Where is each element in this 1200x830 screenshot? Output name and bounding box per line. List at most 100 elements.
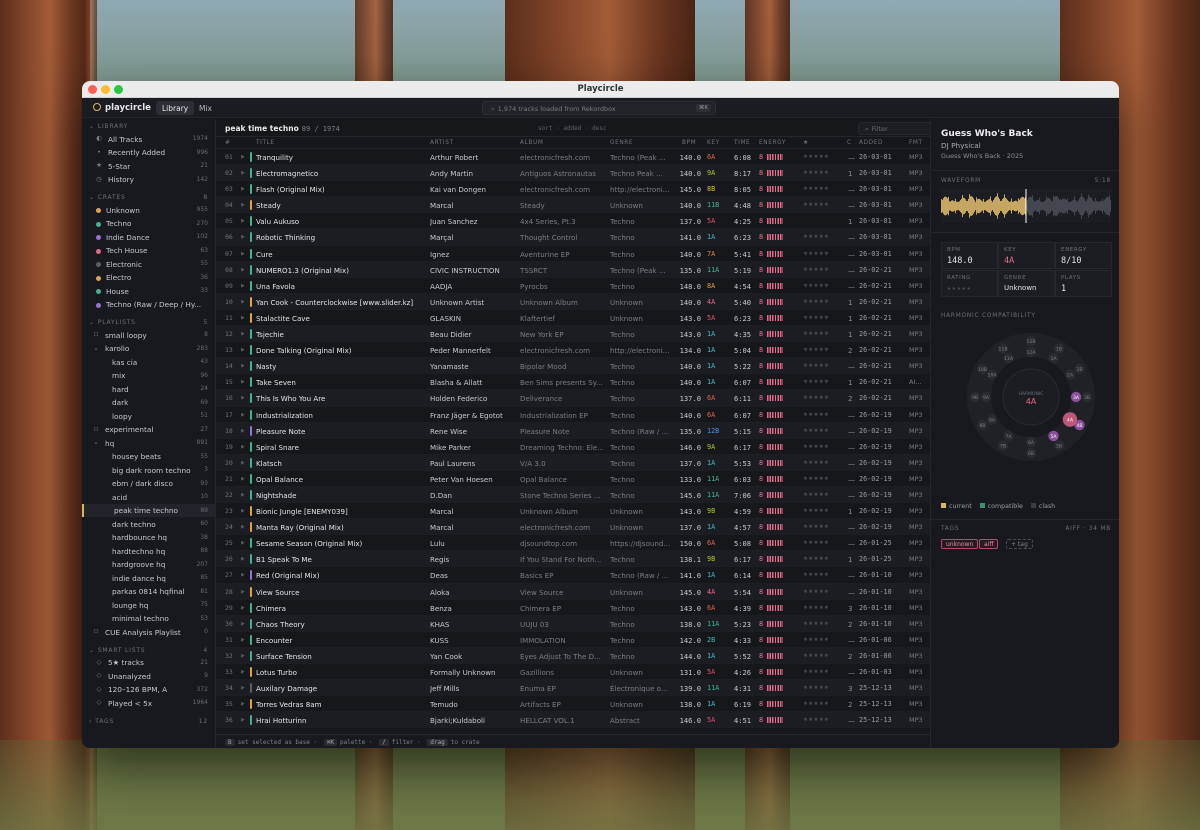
playlist-item[interactable]: ⌄ hq 891 [82,436,215,450]
col-added[interactable]: ADDED [859,140,883,146]
table-row[interactable]: 14 ▶ Nasty Yanamaste Bipolar Mood Techno 140.0… [216,358,930,375]
rating-stars[interactable]: ★★★★★ [803,202,829,208]
rating-stars[interactable]: ★★★★★ [803,283,829,289]
crate-item[interactable]: Electronic 55 [82,257,215,271]
table-row[interactable]: 18 ▶ Pleasure Note Rene Wise Pleasure Note Te… [216,422,930,439]
play-icon[interactable]: ▶ [241,540,245,546]
rating-stars[interactable]: ★★★★★ [803,234,829,240]
col-title[interactable]: TITLE [256,140,275,146]
tag-chip[interactable]: aiff [979,539,999,549]
play-icon[interactable]: ▶ [241,637,245,643]
tab-library[interactable]: Library [156,101,195,115]
rating-stars[interactable]: ★★★★★ [803,395,829,401]
rating-stars[interactable]: ★★★★★ [803,653,829,659]
rating-stars[interactable]: ★★★★★ [803,605,829,611]
col-artist[interactable]: ARTIST [430,140,454,146]
rating-stars[interactable]: ★★★★★ [803,379,829,385]
table-row[interactable]: 11 ▶ Stalactite Cave GLASKIN Klaftertief Unkn… [216,310,930,327]
playlist-item[interactable]: peak time techno 89 [82,503,215,517]
playlist-item[interactable]: housey beats 55 [82,450,215,464]
play-icon[interactable]: ▶ [241,267,245,273]
playlist-item[interactable]: lounge hq 75 [82,598,215,612]
harmonic-wheel[interactable]: 12B 1B 2B 3B 4B 5B 6B 7B 8B 9B 10B 11B 12A 1A 2A 3A 4A 5A… [961,327,1101,467]
playlist-item[interactable]: ▫ small loopy 8 [82,328,215,342]
play-icon[interactable]: ▶ [241,476,245,482]
playlist-item[interactable]: parkas 0814 hqfinal 81 [82,585,215,599]
table-row[interactable]: 25 ▶ Sesame Season (Original Mix) Lulu djsou… [216,535,930,552]
play-icon[interactable]: ▶ [241,170,245,176]
table-row[interactable]: 21 ▶ Opal Balance Peter Van Hoesen Opal Bala… [216,471,930,487]
play-icon[interactable]: ▶ [241,492,245,498]
table-row[interactable]: 30 ▶ Chaos Theory KHAS UUJU 03 Techno 138.0 11A… [216,615,930,632]
rating-stars[interactable]: ★★★★★ [803,460,829,466]
tag-chip[interactable]: unknown [941,539,979,549]
playlist-item[interactable]: indie dance hq 85 [82,571,215,585]
playlist-item[interactable]: dark 69 [82,396,215,410]
play-icon[interactable]: ▶ [241,524,245,530]
rating-stars[interactable]: ★★★★★ [803,621,829,627]
play-icon[interactable]: ▶ [241,589,245,595]
col-album[interactable]: ALBUM [520,140,543,146]
crate-item[interactable]: Techno (Raw / Deep / Hy... [82,298,215,312]
play-icon[interactable]: ▶ [241,605,245,611]
rating-stars[interactable]: ★★★★★ [803,154,829,160]
table-row[interactable]: 26 ▶ B1 Speak To Me Regis If You Stand For N… [216,551,930,568]
rating-stars[interactable]: ★★★★★ [803,315,829,321]
play-icon[interactable]: ▶ [241,154,245,160]
sidebar-section-smart[interactable]: ⌄ SMART LISTS 4 [82,643,215,656]
play-icon[interactable]: ▶ [241,283,245,289]
table-row[interactable]: 35 ▶ Torres Vedras 8am Temudo Artifacts EP Un… [216,696,930,713]
table-row[interactable]: 10 ▶ Yan Cook - Counterclockwise [www.slid… [216,293,930,310]
playlist-item[interactable]: mix 96 [82,369,215,383]
col-rating[interactable]: ★ [803,140,809,146]
table-row[interactable]: 02 ▶ Electromagnetico Andy Martin Antiguos A… [216,165,930,182]
rating-stars[interactable]: ★★★★★ [803,572,829,578]
table-row[interactable]: 04 ▶ Steady Marcal Steady Unknown 140.0 11B 4:48… [216,197,930,214]
playlist-item[interactable]: acid 10 [82,490,215,504]
rating-stars[interactable]: ★★★★★ [803,267,829,273]
waveform[interactable] [941,189,1111,223]
col-number[interactable]: # [225,140,230,146]
rating-stars[interactable]: ★★★★★ [803,669,829,675]
play-icon[interactable]: ▶ [241,299,245,305]
rating-stars[interactable]: ★★★★★ [803,186,829,192]
table-row[interactable]: 23 ▶ Bionic Jungle [ENEMY039] Marcal Unknown… [216,503,930,520]
crate-item[interactable]: Tech House 63 [82,244,215,258]
smart-list-item[interactable]: ◇ 5★ tracks 21 [82,656,215,670]
table-row[interactable]: 32 ▶ Surface Tension Yan Cook Eyes Adjust To… [216,647,930,664]
rating-stars[interactable]: ★★★★★ [803,444,829,450]
play-icon[interactable]: ▶ [241,508,245,514]
rating-stars[interactable]: ★★★★★ [803,492,829,498]
playlist-item[interactable]: ⌄ karolio 283 [82,342,215,356]
crate-item[interactable]: Indie Dance 102 [82,230,215,244]
rating-stars[interactable]: ★★★★★ [803,637,829,643]
rating-stars[interactable]: ★★★★★ [803,251,829,257]
play-icon[interactable]: ▶ [241,444,245,450]
playlist-item[interactable]: big dark room techno 3 [82,463,215,477]
table-row[interactable]: 05 ▶ Valu Aukuso Juan Sanchez 4x4 Series, Pt… [216,213,930,230]
table-row[interactable]: 36 ▶ Hrai Hotturinn Bjarki;Kuldaboli HELLCAT… [216,712,930,729]
table-row[interactable]: 06 ▶ Robotic Thinking Marçal Thought Control… [216,229,930,246]
playlist-item[interactable]: dark techno 60 [82,517,215,531]
rating-stars[interactable]: ★★★★★ [803,428,829,434]
sidebar-section-library[interactable]: ⌄ LIBRARY [82,119,215,132]
play-icon[interactable]: ▶ [241,218,245,224]
table-row[interactable]: 17 ▶ Industrialization Franz Jäger & Egotot… [216,407,930,423]
col-energy[interactable]: ENERGY [759,140,786,146]
play-icon[interactable]: ▶ [241,669,245,675]
rating-stars[interactable]: ★★★★★ [803,556,829,562]
play-icon[interactable]: ▶ [241,331,245,337]
playlist-item[interactable]: hardbounce hq 38 [82,531,215,545]
playlist-item[interactable]: ▫ experimental 27 [82,423,215,437]
play-icon[interactable]: ▶ [241,717,245,723]
crate-item[interactable]: Unknown 955 [82,203,215,217]
play-icon[interactable]: ▶ [241,234,245,240]
playlist-item[interactable]: hardgroove hq 207 [82,558,215,572]
playlist-item[interactable]: ▫ CUE Analysis Playlist 0 [82,625,215,639]
rating-stars[interactable]: ★★★★★ [803,508,829,514]
tab-mix[interactable]: Mix [193,101,218,115]
add-tag-button[interactable]: + tag [1006,539,1033,549]
table-row[interactable]: 15 ▶ Take Seven Blasha & Allatt Ben Sims pre… [216,374,930,391]
table-row[interactable]: 01 ▶ Tranquility Arthur Robert electronicfre… [216,149,930,166]
play-icon[interactable]: ▶ [241,347,245,353]
